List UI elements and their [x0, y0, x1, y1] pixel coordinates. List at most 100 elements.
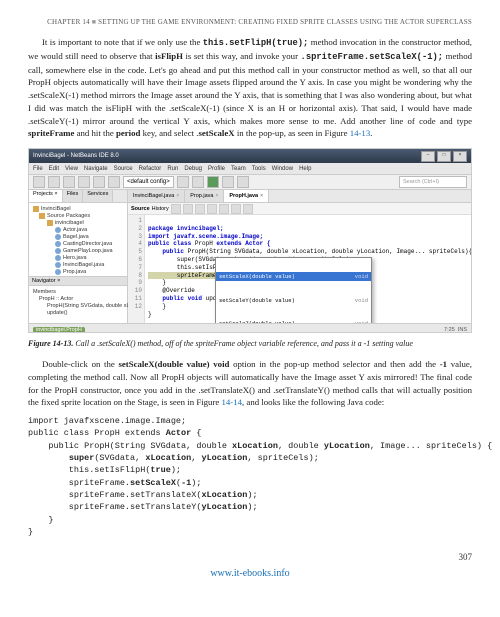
inline-code: this.setFlipH(true); — [203, 38, 309, 48]
autocomplete-item-selected[interactable]: setScaleX(double value)void — [216, 272, 371, 281]
project-icon — [33, 206, 39, 212]
folder-icon — [39, 213, 45, 219]
editor-tool-icon[interactable] — [243, 204, 253, 214]
search-input[interactable]: Search (Ctrl+I) — [399, 176, 467, 188]
autocomplete-item[interactable]: setScaleY(double value)void — [216, 296, 371, 305]
figure-ref-link[interactable]: 14-13 — [350, 128, 371, 138]
autocomplete-item[interactable]: setScaleZ(double value)void — [216, 319, 371, 323]
ide-body: Projects × Files Services InvinciBagel S… — [29, 190, 471, 323]
close-tab-icon[interactable]: × — [215, 193, 218, 199]
footer-link[interactable]: www.it-ebooks.info — [28, 568, 472, 579]
tree-file[interactable]: CastingDirector.java — [31, 240, 125, 247]
java-code-block: import javafxscene.image.Image; public c… — [28, 415, 472, 538]
window-title: InvinciBagel - NetBeans IDE 8.0 — [33, 153, 421, 159]
figure-label: Figure 14-13. — [28, 339, 73, 348]
menu-item[interactable]: Navigate — [84, 166, 108, 172]
undo-icon[interactable] — [93, 176, 105, 188]
tree-file[interactable]: InvinciBagel.java — [31, 261, 125, 268]
redo-icon[interactable] — [108, 176, 120, 188]
figure-ref-link[interactable]: 14-14 — [222, 397, 243, 407]
class-icon — [55, 262, 61, 268]
tree-root[interactable]: InvinciBagel — [31, 205, 125, 212]
menu-item[interactable]: Run — [167, 166, 178, 172]
new-file-icon[interactable] — [33, 176, 45, 188]
package-icon — [47, 220, 53, 226]
menu-item[interactable]: View — [65, 166, 78, 172]
save-all-icon[interactable] — [78, 176, 90, 188]
navigator-title: Navigator × — [29, 277, 127, 286]
menu-item[interactable]: Window — [272, 166, 293, 172]
menu-item[interactable]: Edit — [49, 166, 59, 172]
figure-caption: Figure 14-13. Call a .setScaleX() method… — [28, 339, 472, 348]
nav-dropdown[interactable]: Members — [31, 288, 125, 295]
inline-code: .spriteFrame.setScaleX(-1); — [301, 52, 444, 62]
menu-item[interactable]: Profile — [208, 166, 225, 172]
menu-item[interactable]: Source — [114, 166, 133, 172]
class-icon — [55, 269, 61, 275]
class-icon — [55, 227, 61, 233]
ide-statusbar: invincibagel.PropH 7:25 INS — [29, 323, 471, 333]
class-icon — [55, 255, 61, 261]
tree-package[interactable]: invincibagel — [31, 219, 125, 226]
close-tab-icon[interactable]: × — [176, 193, 179, 199]
chapter-title: SETTING UP THE GAME ENVIRONMENT: CREATIN… — [98, 18, 472, 26]
new-project-icon[interactable] — [48, 176, 60, 188]
editor-tab-active[interactable]: PropH.java× — [224, 190, 269, 202]
tab-files[interactable]: Files — [63, 190, 84, 202]
menu-item[interactable]: Team — [231, 166, 246, 172]
tab-projects[interactable]: Projects × — [29, 190, 63, 202]
minimize-icon[interactable]: – — [421, 151, 435, 162]
menu-item[interactable]: Tools — [252, 166, 266, 172]
menu-item[interactable]: Refactor — [139, 166, 162, 172]
maximize-icon[interactable]: □ — [437, 151, 451, 162]
nav-method[interactable]: update() — [31, 309, 125, 316]
config-dropdown[interactable]: <default config> — [123, 176, 174, 188]
menu-item[interactable]: Help — [299, 166, 311, 172]
tab-services[interactable]: Services — [83, 190, 113, 202]
menu-item[interactable]: File — [33, 166, 43, 172]
editor-tabs: InvinciBagel.java× Prop.java× PropH.java… — [128, 190, 472, 203]
tree-file[interactable]: Hero.java — [31, 254, 125, 261]
ide-screenshot: InvinciBagel - NetBeans IDE 8.0 – □ × Fi… — [28, 148, 472, 333]
editor-tab[interactable]: Prop.java× — [185, 190, 224, 202]
tree-folder[interactable]: Source Packages — [31, 212, 125, 219]
ide-titlebar: InvinciBagel - NetBeans IDE 8.0 – □ × — [29, 149, 471, 163]
editor-tool-icon[interactable] — [219, 204, 229, 214]
chapter-header: CHAPTER 14 ■ SETTING UP THE GAME ENVIRON… — [28, 18, 472, 26]
editor-tool-icon[interactable] — [231, 204, 241, 214]
editor-tool-icon[interactable] — [183, 204, 193, 214]
build-icon[interactable] — [177, 176, 189, 188]
clean-build-icon[interactable] — [192, 176, 204, 188]
nav-constructor[interactable]: PropH(String SVGdata, double xLocation, … — [31, 302, 125, 309]
ide-sidebar: Projects × Files Services InvinciBagel S… — [29, 190, 128, 323]
editor-tab[interactable]: InvinciBagel.java× — [128, 190, 185, 202]
navigator-panel: Navigator × Members PropH :: Actor PropH… — [29, 276, 127, 323]
menu-item[interactable]: Debug — [184, 166, 202, 172]
close-tab-icon[interactable]: × — [260, 193, 263, 199]
paragraph-1: It is important to note that if we only … — [28, 36, 472, 140]
debug-icon[interactable] — [222, 176, 234, 188]
sub-tab[interactable]: Source — [131, 206, 150, 212]
close-icon[interactable]: × — [453, 151, 467, 162]
run-icon[interactable] — [207, 176, 219, 188]
profile-icon[interactable] — [237, 176, 249, 188]
tree-file[interactable]: Bagel.java — [31, 233, 125, 240]
nav-class[interactable]: PropH :: Actor — [31, 295, 125, 302]
paragraph-2: Double-click on the setScaleX(double val… — [28, 358, 472, 409]
code-editor[interactable]: 1 2 3 4 5 6 7 8 9 10 11 12 — [128, 215, 472, 323]
insert-mode: INS — [458, 327, 467, 333]
code-content[interactable]: package invincibagel; import javafx.scen… — [145, 215, 472, 323]
editor-sub-toolbar: Source History — [128, 203, 472, 215]
tree-file[interactable]: Prop.java — [31, 268, 125, 275]
line-numbers: 1 2 3 4 5 6 7 8 9 10 11 12 — [128, 215, 145, 323]
tree-file[interactable]: Actor.java — [31, 226, 125, 233]
window-controls: – □ × — [421, 151, 467, 162]
open-icon[interactable] — [63, 176, 75, 188]
editor-tool-icon[interactable] — [171, 204, 181, 214]
sidebar-tabs: Projects × Files Services — [29, 190, 127, 203]
sub-tab[interactable]: History — [152, 206, 169, 212]
editor-tool-icon[interactable] — [195, 204, 205, 214]
editor-tool-icon[interactable] — [207, 204, 217, 214]
tree-file[interactable]: GamePlayLoop.java — [31, 247, 125, 254]
ide-menubar: File Edit View Navigate Source Refactor … — [29, 163, 471, 175]
